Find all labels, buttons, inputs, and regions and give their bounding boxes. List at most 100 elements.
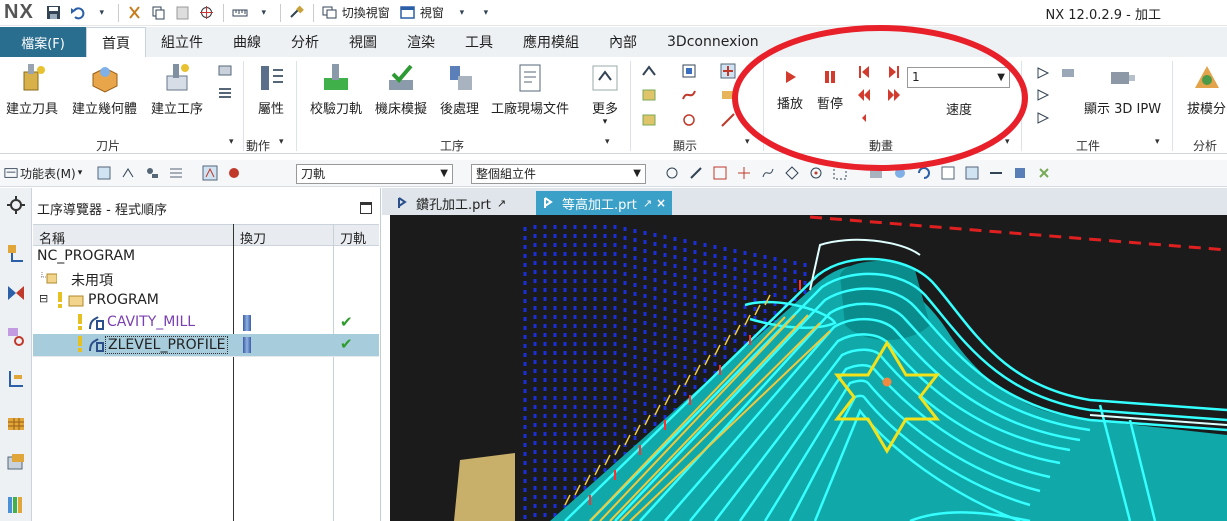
back-icon[interactable] bbox=[856, 110, 872, 126]
filter-icon-2[interactable] bbox=[120, 165, 136, 181]
properties-button[interactable]: 屬性 bbox=[255, 62, 287, 117]
snap-icon-7[interactable] bbox=[808, 165, 824, 181]
display-circle-icon[interactable] bbox=[681, 112, 697, 128]
create-tool-button[interactable]: 建立刀具 bbox=[6, 62, 58, 117]
display-icon-3[interactable] bbox=[641, 112, 657, 128]
pause-button[interactable]: 暫停 bbox=[817, 69, 843, 112]
display-icon-4[interactable] bbox=[681, 63, 697, 79]
tab-3dconnexion[interactable]: 3Dconnexion bbox=[652, 27, 774, 57]
group-workpiece-dropdown[interactable]: ▾ bbox=[1155, 137, 1160, 147]
tab-curve[interactable]: 曲線 bbox=[218, 27, 276, 57]
tab-open-icon[interactable]: ↗ bbox=[497, 197, 506, 210]
tab-analysis[interactable]: 分析 bbox=[276, 27, 334, 57]
postprocess-button[interactable]: 後處理 bbox=[440, 62, 479, 117]
function-menu[interactable]: 功能表(M) bbox=[20, 165, 76, 182]
group-animation-dropdown[interactable]: ▾ bbox=[1005, 137, 1010, 147]
display-icon-5[interactable] bbox=[720, 63, 736, 79]
transform-icon[interactable] bbox=[198, 4, 216, 22]
cut-icon[interactable] bbox=[126, 4, 144, 22]
column-toolpath[interactable]: 刀軌 bbox=[340, 228, 366, 247]
view-icon-1[interactable] bbox=[868, 165, 884, 181]
snap-icon-3[interactable] bbox=[712, 165, 728, 181]
tab-tools[interactable]: 工具 bbox=[450, 27, 508, 57]
dropdown-icon[interactable]: ▾ bbox=[477, 4, 495, 22]
tab-assembly[interactable]: 組立件 bbox=[146, 27, 218, 57]
column-tool-change[interactable]: 換刀 bbox=[240, 228, 266, 247]
dropdown-icon[interactable]: ▾ bbox=[93, 4, 111, 22]
verify-toolpath-button[interactable]: 校驗刀軌 bbox=[310, 62, 362, 117]
snap-icon-1[interactable] bbox=[664, 165, 680, 181]
part-navigator-icon[interactable] bbox=[5, 368, 27, 390]
snap-icon-6[interactable] bbox=[784, 165, 800, 181]
create-geometry-button[interactable]: 建立幾何體 bbox=[72, 62, 137, 117]
play-button[interactable]: 播放 bbox=[777, 69, 803, 112]
history-icon[interactable] bbox=[5, 451, 27, 473]
workpiece-icon-4[interactable] bbox=[1060, 65, 1076, 81]
save-icon[interactable] bbox=[45, 4, 63, 22]
copy-icon[interactable] bbox=[150, 4, 168, 22]
dropdown-icon[interactable]: ▾ bbox=[453, 4, 471, 22]
tab-home[interactable]: 首頁 bbox=[86, 27, 146, 57]
gear-icon[interactable] bbox=[5, 194, 27, 216]
tab-internal[interactable]: 內部 bbox=[594, 27, 652, 57]
tree-row-unused[interactable]: 未用項 bbox=[33, 268, 379, 290]
filter-icon-4[interactable] bbox=[168, 165, 184, 181]
more-button[interactable]: 更多 ▾ bbox=[589, 62, 621, 127]
collapse-icon[interactable]: ⊟ bbox=[39, 292, 48, 305]
step-back-icon[interactable] bbox=[856, 64, 872, 80]
show-3d-ipw-button[interactable]: 顯示 3D IPW bbox=[1084, 62, 1161, 117]
workpiece-icon-1[interactable] bbox=[1036, 65, 1052, 81]
tree-row-zlevel-profile[interactable]: ZLEVEL_PROFILE ✔ bbox=[33, 334, 379, 356]
machine-sim-button[interactable]: 機床模擬 bbox=[375, 62, 427, 117]
snap-icon-5[interactable] bbox=[760, 165, 776, 181]
tab-applications[interactable]: 應用模組 bbox=[508, 27, 594, 57]
chevron-down-icon[interactable]: ▾ bbox=[78, 168, 83, 178]
snap-icon-2[interactable] bbox=[688, 165, 704, 181]
tree-row-nc-program[interactable]: NC_PROGRAM bbox=[33, 246, 379, 268]
tab-render[interactable]: 渲染 bbox=[392, 27, 450, 57]
step-forward-icon[interactable] bbox=[886, 64, 902, 80]
tab-view[interactable]: 視圖 bbox=[334, 27, 392, 57]
shop-doc-button[interactable]: 工廠現場文件 bbox=[491, 62, 569, 117]
reuse-library-icon[interactable] bbox=[5, 413, 27, 435]
tree-row-cavity-mill[interactable]: CAVITY_MILL ✔ bbox=[33, 312, 379, 334]
rewind-icon[interactable] bbox=[856, 87, 872, 103]
draft-analysis-button[interactable]: 拔模分 bbox=[1187, 62, 1226, 117]
undo-icon[interactable] bbox=[69, 4, 87, 22]
view-icon-8[interactable] bbox=[1036, 165, 1052, 181]
group-action-dropdown[interactable]: ▾ bbox=[279, 137, 284, 147]
file-menu[interactable]: 檔案(F) bbox=[0, 27, 86, 57]
dropdown-icon[interactable]: ▾ bbox=[255, 4, 273, 22]
create-operation-button[interactable]: 建立工序 bbox=[151, 62, 203, 117]
filter-icon-3[interactable] bbox=[144, 165, 160, 181]
paste-icon[interactable] bbox=[174, 4, 192, 22]
hammer-icon[interactable] bbox=[288, 4, 306, 22]
display-curve-icon[interactable] bbox=[681, 87, 697, 103]
assembly-scope-select[interactable]: 整個組立件 ▼ bbox=[471, 164, 646, 184]
toolpath-type-select[interactable]: 刀軌 ▼ bbox=[296, 164, 453, 184]
group-insert-dropdown[interactable]: ▾ bbox=[229, 137, 234, 147]
window-icon[interactable] bbox=[399, 4, 417, 22]
view-icon-7[interactable] bbox=[1012, 165, 1028, 181]
switch-window-label[interactable]: 切換視窗 bbox=[342, 4, 390, 21]
operation-navigator-icon[interactable] bbox=[5, 243, 27, 265]
group-operation-dropdown[interactable]: ▾ bbox=[605, 137, 610, 147]
view-icon-2[interactable] bbox=[892, 165, 908, 181]
menu-icon[interactable] bbox=[4, 166, 18, 180]
snap-icon-8[interactable] bbox=[832, 165, 848, 181]
filter-icon-5[interactable] bbox=[202, 165, 218, 181]
window-menu-label[interactable]: 視窗 bbox=[420, 4, 444, 21]
display-icon-1[interactable] bbox=[641, 63, 657, 79]
speed-select[interactable]: 1 ▼ bbox=[907, 67, 1010, 88]
tab-open-icon[interactable]: ↗ bbox=[643, 197, 652, 210]
display-line-icon[interactable] bbox=[720, 112, 736, 128]
fast-forward-icon[interactable] bbox=[886, 87, 902, 103]
tool-navigator-icon[interactable] bbox=[5, 325, 27, 347]
filter-icon-6[interactable] bbox=[226, 165, 242, 181]
doc-tab-zlevel[interactable]: 等高加工.prt ↗ × bbox=[536, 191, 673, 215]
view-icon-3[interactable] bbox=[916, 165, 932, 181]
view-icon-5[interactable] bbox=[964, 165, 980, 181]
display-icon-6[interactable] bbox=[720, 87, 736, 103]
maximize-icon[interactable] bbox=[360, 202, 372, 214]
view-icon-4[interactable] bbox=[940, 165, 956, 181]
